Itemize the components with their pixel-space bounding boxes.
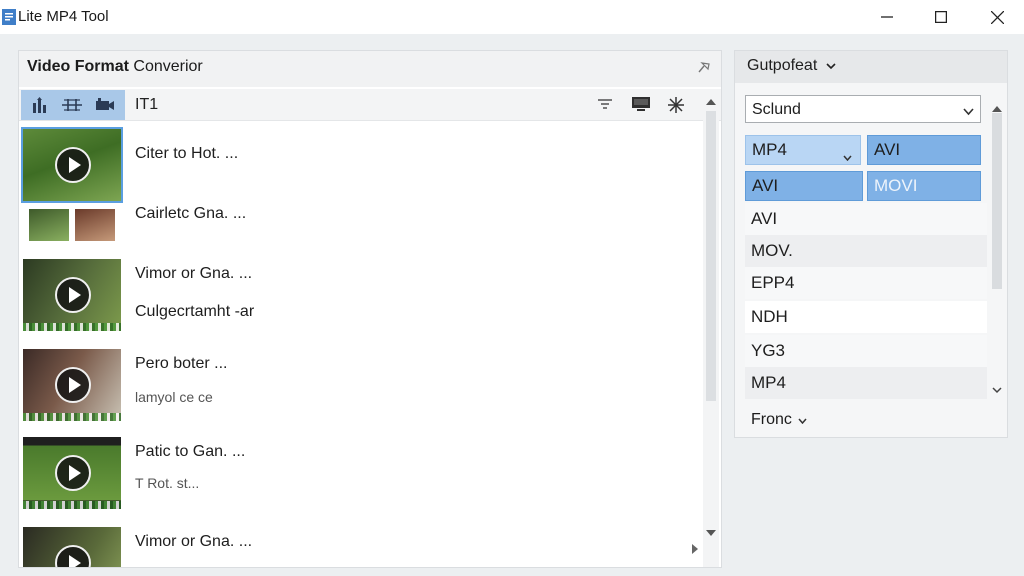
file-title: Cairletc Gna. ... — [135, 205, 247, 222]
preset-select[interactable]: Sclund — [745, 95, 981, 123]
more-formats-dropdown[interactable]: Fronc — [751, 411, 807, 429]
output-format-title: Gutpofeat — [747, 57, 836, 75]
video-thumbnail[interactable] — [21, 127, 123, 203]
scroll-thumb[interactable] — [992, 113, 1002, 289]
chevron-down-icon — [963, 103, 974, 121]
window-title: Lite MP4 Tool — [18, 8, 109, 25]
minimize-button[interactable] — [864, 0, 910, 34]
output-format-header[interactable]: Gutpofeat — [735, 51, 1007, 83]
play-icon[interactable] — [55, 277, 91, 313]
file-title: Pero boter ... — [135, 355, 228, 372]
file-subtitle: lamyol ce ce — [135, 389, 213, 405]
file-toolbar: IT1 — [19, 89, 721, 121]
file-title: Culgecrtamht -ar — [135, 303, 255, 320]
output-format-panel: Gutpofeat Sclund MP4 AVI AVI MOVI AVI MO… — [734, 50, 1008, 438]
format-option[interactable]: YG3 — [745, 335, 987, 367]
film-icon[interactable] — [95, 97, 115, 113]
scroll-up-icon[interactable] — [705, 95, 717, 107]
close-icon — [990, 10, 1004, 24]
scroll-down-icon[interactable] — [705, 527, 717, 539]
format-option[interactable]: MP4 — [745, 367, 987, 399]
chevron-down-icon — [798, 411, 807, 429]
format-chip-avi[interactable]: AVI — [867, 135, 981, 165]
video-thumbnail[interactable] — [23, 527, 121, 567]
sort-icon[interactable] — [31, 97, 49, 113]
scroll-right-icon[interactable] — [689, 543, 701, 555]
file-list-panel: Video Format Converior IT1 Citer to Hot.… — [18, 50, 722, 568]
pin-icon[interactable] — [697, 60, 711, 79]
file-list: Citer to Hot. ... Cairletc Gna. ... Vimo… — [19, 123, 701, 567]
chevron-down-icon — [826, 63, 836, 70]
filter-icon[interactable] — [597, 96, 613, 117]
file-list-scrollbar[interactable] — [691, 91, 719, 567]
format-option[interactable]: EPP4 — [745, 267, 987, 299]
panel-header: Video Format Converior — [19, 51, 721, 87]
scroll-down-icon[interactable] — [992, 381, 1002, 399]
format-chip-mp4[interactable]: MP4 — [745, 135, 861, 165]
view-mode-group — [21, 90, 125, 120]
format-chip-avi-selected[interactable]: AVI — [745, 171, 863, 201]
format-chip-movi[interactable]: MOVI — [867, 171, 981, 201]
format-list-scrollbar[interactable] — [989, 95, 1005, 435]
scroll-thumb[interactable] — [706, 111, 716, 401]
split-icon[interactable] — [61, 97, 82, 113]
asterisk-icon[interactable] — [667, 96, 685, 119]
video-thumbnail[interactable] — [23, 437, 121, 509]
file-title: Vimor or Gna. ... — [135, 533, 253, 550]
file-title: Vimor or Gna. ... — [135, 265, 253, 282]
close-button[interactable] — [974, 0, 1020, 34]
file-subtitle: T Rot. st... — [135, 475, 200, 491]
format-option[interactable]: MOV. — [745, 235, 987, 267]
toolbar-label: IT1 — [135, 96, 159, 113]
maximize-button[interactable] — [918, 0, 964, 34]
video-thumbnail[interactable] — [23, 349, 121, 421]
minimize-icon — [881, 11, 893, 23]
monitor-icon[interactable] — [631, 96, 651, 117]
video-thumbnail[interactable] — [27, 205, 117, 245]
file-title: Patic to Gan. ... — [135, 443, 246, 460]
play-icon[interactable] — [55, 455, 91, 491]
video-thumbnail[interactable] — [23, 259, 121, 331]
title-bar: Lite MP4 Tool — [0, 0, 1024, 34]
format-option[interactable]: AVI — [745, 203, 987, 235]
panel-title: Video Format Converior — [27, 58, 203, 75]
format-option[interactable]: NDH — [745, 301, 987, 333]
file-title: Citer to Hot. ... — [135, 145, 239, 162]
app-icon — [2, 9, 16, 25]
play-icon[interactable] — [55, 367, 91, 403]
maximize-icon — [935, 11, 947, 23]
play-icon[interactable] — [55, 147, 91, 183]
chevron-down-icon — [843, 146, 852, 166]
